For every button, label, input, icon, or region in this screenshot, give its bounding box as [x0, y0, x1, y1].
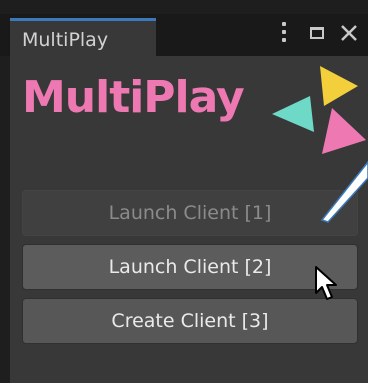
kebab-menu-icon[interactable]: [278, 20, 290, 44]
logo-triangles-icon: [272, 66, 366, 154]
close-icon[interactable]: [338, 22, 360, 44]
logo-wordmark: MultiPlay: [22, 72, 245, 123]
pink-triangle-icon: [322, 108, 366, 154]
create-client-3-button[interactable]: Create Client [3]: [22, 298, 358, 344]
tab-multiplay[interactable]: MultiPlay: [10, 18, 156, 56]
launch-client-1-button[interactable]: Launch Client [1]: [22, 190, 358, 236]
tab-bar: MultiPlay: [0, 14, 368, 56]
callout-pointer-icon: [320, 160, 368, 223]
teal-triangle-icon: [272, 96, 314, 132]
maximize-icon[interactable]: [310, 27, 324, 39]
editor-window: MultiPlay MultiPlay Launch Client [1] La…: [0, 0, 368, 383]
window-content: MultiPlay Launch Client [1] Launch Clien…: [10, 56, 368, 383]
mouse-cursor-icon: [315, 266, 337, 300]
tab-label: MultiPlay: [22, 29, 109, 51]
yellow-triangle-icon: [320, 66, 358, 106]
launch-client-2-button[interactable]: Launch Client [2]: [22, 244, 358, 290]
